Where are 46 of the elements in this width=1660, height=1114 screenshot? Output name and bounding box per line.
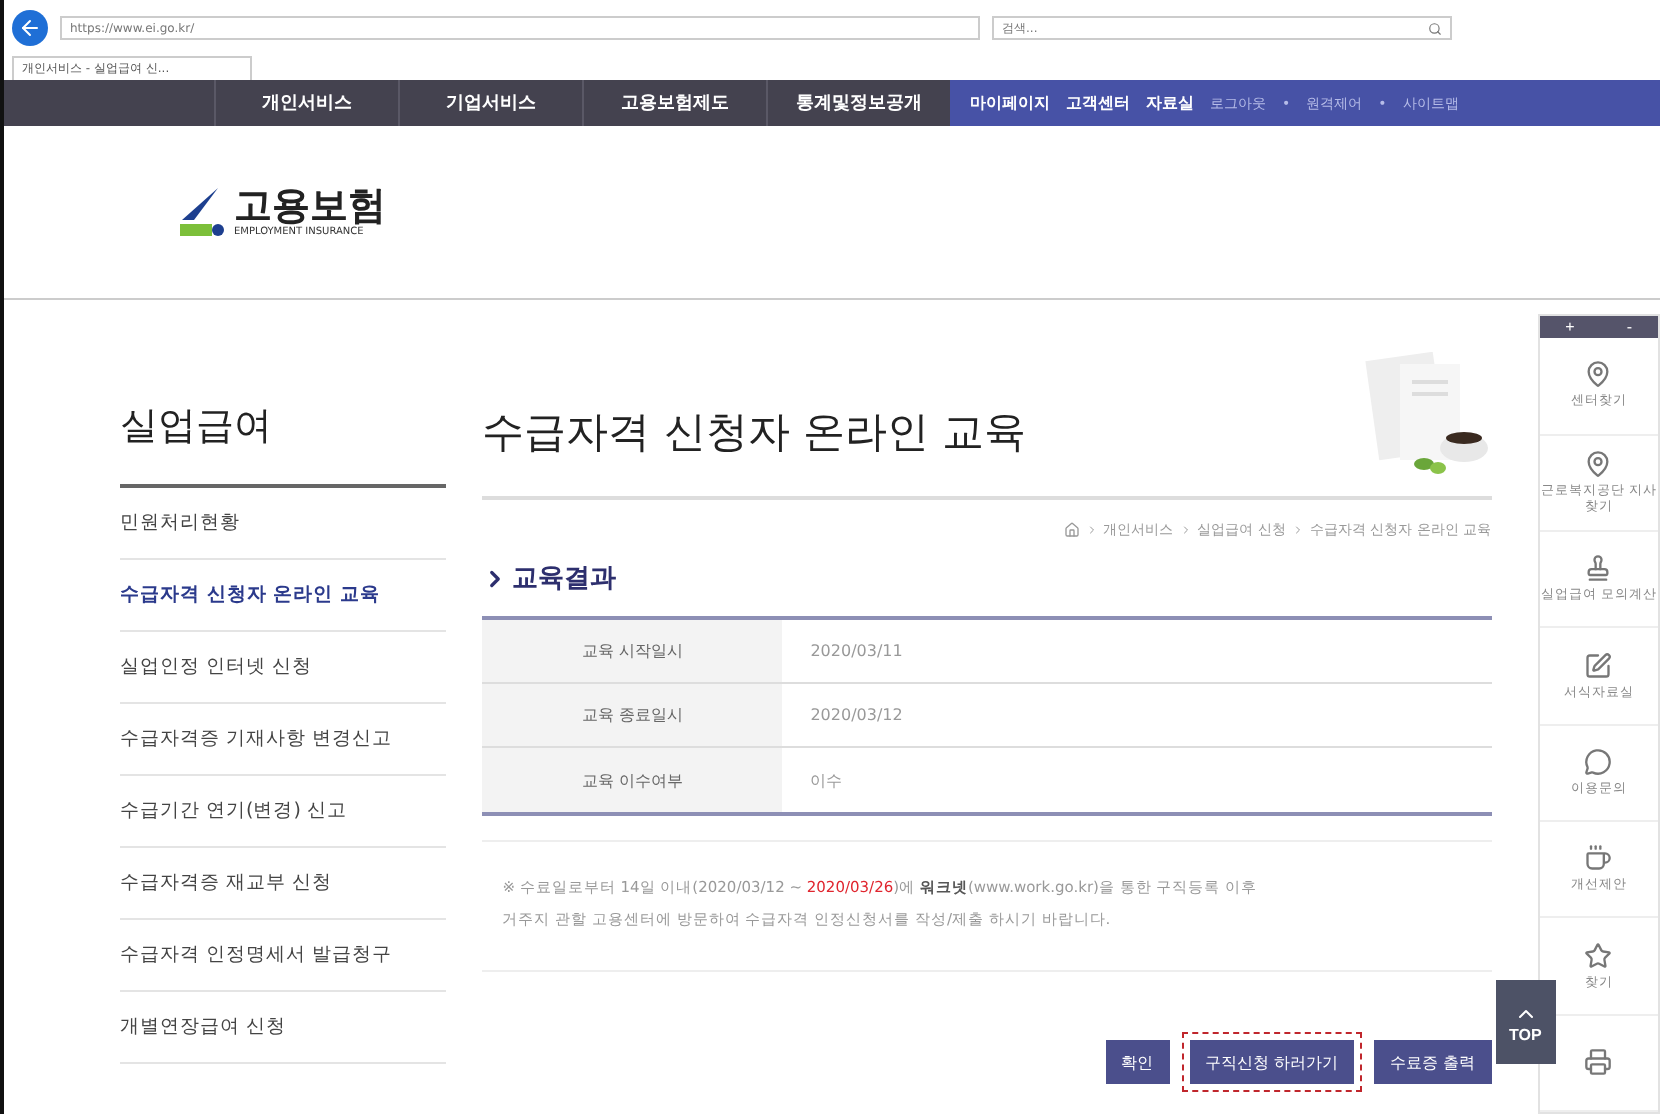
sidebar-item[interactable]: 수급기간 연기(변경) 신고 [120, 776, 447, 848]
utility-link[interactable]: 자료실 [1146, 92, 1194, 114]
map-pin-icon [1584, 360, 1613, 389]
star-icon [1584, 941, 1613, 970]
nav-item[interactable]: 개인서비스 [214, 80, 398, 126]
chevron-icon [1179, 524, 1192, 536]
stamp-icon [1584, 554, 1613, 583]
sidebar-item[interactable]: 민원처리현황 [120, 488, 447, 560]
table-cell-text: 2020/03/11 [808, 640, 905, 664]
sidebar-item[interactable]: 실업인정 인터넷 신청 [120, 632, 447, 704]
sidebar-item[interactable]: 수급자격증 재교부 신청 [120, 848, 447, 920]
edit-icon [1584, 651, 1613, 679]
sidebar-item[interactable]: 수급자격증 기재사항 변경신고 [120, 704, 447, 776]
utility-link[interactable]: 마이페이지 [970, 92, 1050, 114]
sidebar-title: 실업급여 [120, 400, 447, 488]
table-header-cell: 교육 이수여부 [482, 748, 783, 812]
search-icon [1428, 21, 1442, 35]
sidebar-item[interactable]: 개별연장급여 신청 [120, 992, 447, 1064]
chevron-icon [1291, 524, 1304, 536]
sidebar-item[interactable]: 수급자격 신청자 온라인 교육 [120, 560, 447, 632]
map-pin-icon [1584, 449, 1613, 478]
chevron-icon [1085, 524, 1098, 536]
table-cell-text: 2020/03/12 [808, 704, 905, 728]
printer-icon [1584, 1048, 1613, 1077]
action-button[interactable]: 확인 [1105, 1040, 1170, 1084]
section-title: 교육결과 [512, 562, 617, 596]
utility-link[interactable]: 고객센터 [1066, 92, 1130, 114]
logo-icon [174, 184, 226, 240]
quick-menu-toggle[interactable]: - [1626, 319, 1632, 336]
logo-title: 고용보험 [234, 187, 386, 225]
table-header-cell: 교육 시작일시 [482, 620, 783, 682]
nav-item[interactable]: 기업서비스 [398, 80, 582, 126]
page-title: 수급자격 신청자 온라인 교육 [482, 406, 1027, 460]
back-arrow-icon [18, 16, 42, 40]
quick-menu-toggle[interactable]: + [1565, 319, 1575, 336]
scroll-top-button[interactable]: TOP [1495, 980, 1556, 1064]
back-button[interactable] [12, 10, 48, 46]
table-header-cell: 교육 종료일시 [482, 684, 783, 746]
table-cell-text: 이수 [808, 769, 845, 793]
action-button[interactable]: 구직신청 하러가기 [1181, 1032, 1363, 1092]
sidebar-item[interactable]: 수급자격 인정명세서 발급청구 [120, 920, 447, 992]
home-icon [1063, 522, 1080, 538]
chat-icon [1584, 747, 1613, 776]
action-button[interactable]: 수료증 출력 [1374, 1040, 1492, 1084]
nav-item[interactable]: 고용보험제도 [582, 80, 766, 126]
coffee-cup-icon [1584, 844, 1613, 873]
